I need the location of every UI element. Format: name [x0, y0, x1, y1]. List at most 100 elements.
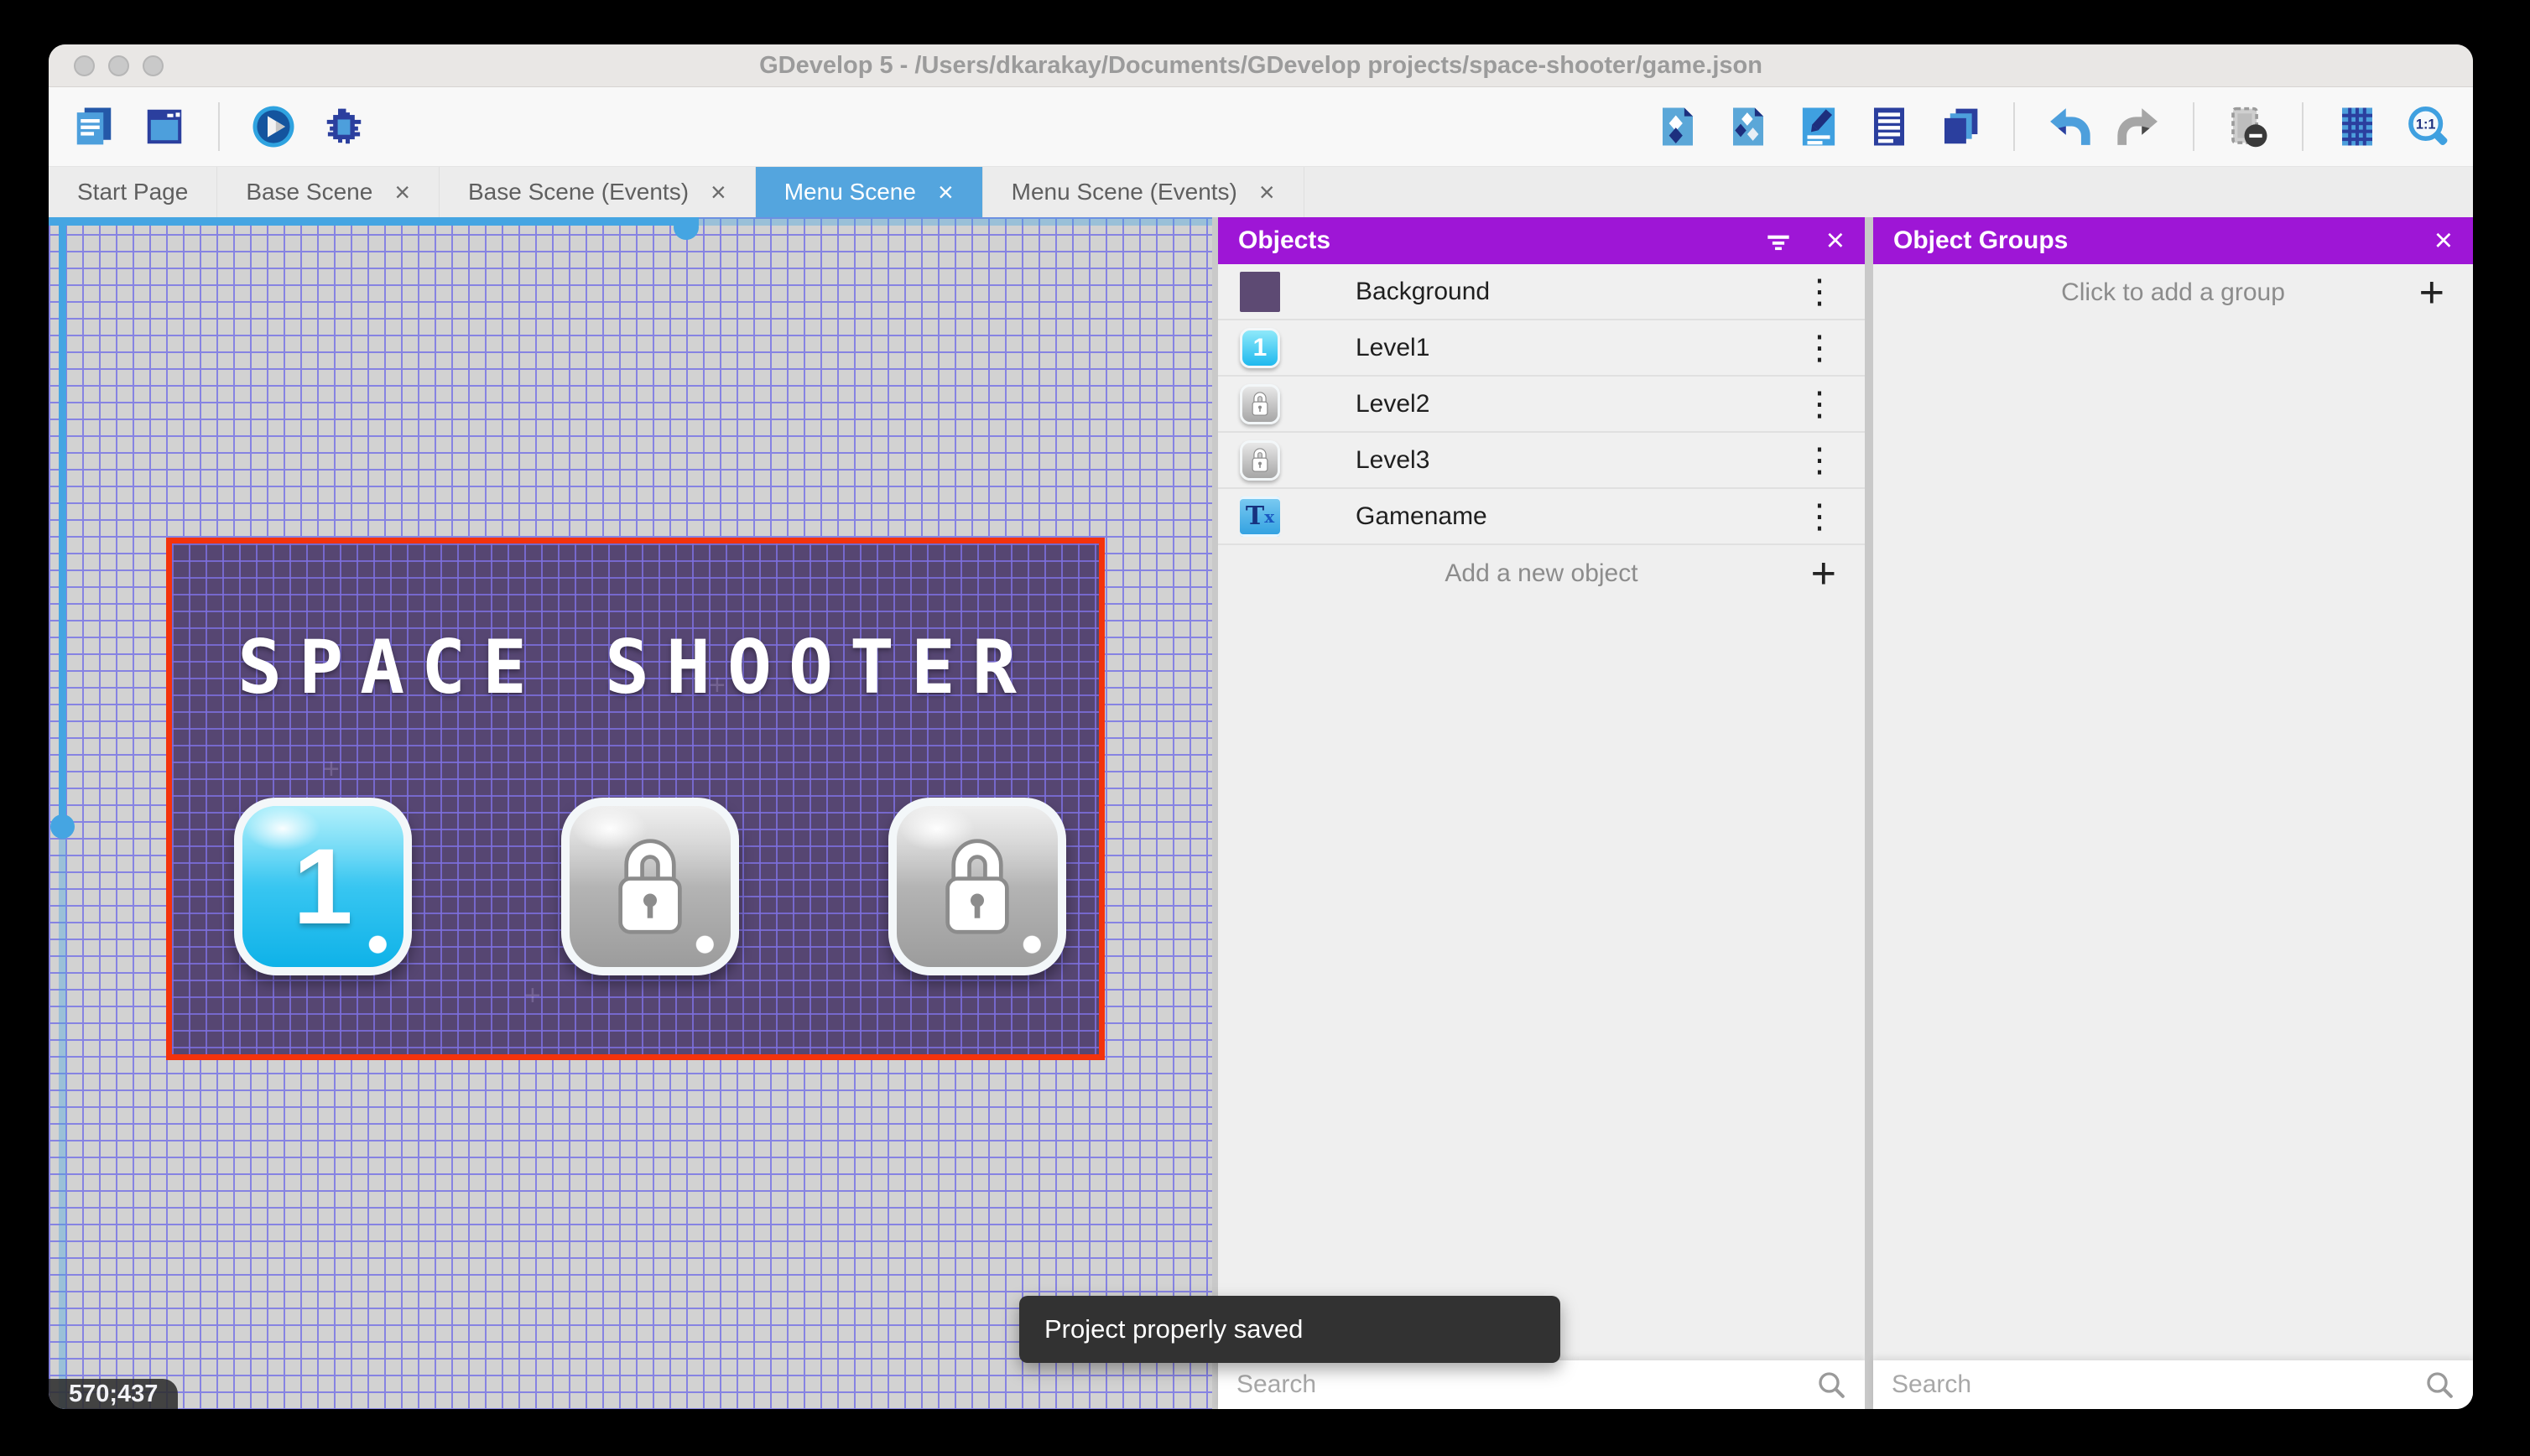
close-window-button[interactable]	[74, 55, 95, 76]
vertical-scrollbar[interactable]	[59, 217, 66, 829]
level1-button-instance[interactable]: 1	[234, 798, 412, 975]
object-name: Level1	[1356, 334, 1796, 362]
object-groups-empty-space	[1873, 321, 2473, 1360]
scene-editor-icon[interactable]	[141, 103, 188, 150]
horizontal-scrollbar[interactable]	[49, 217, 699, 226]
objects-panel: Objects × Background ⋮ 1 Level1 ⋮	[1218, 217, 1865, 1409]
level1-button-thumbnail: 1	[1240, 328, 1280, 368]
close-tab-icon[interactable]: ×	[711, 179, 726, 205]
objects-editor-icon[interactable]	[1654, 103, 1701, 150]
background-sprite-thumbnail	[1240, 272, 1280, 312]
tab-base-scene[interactable]: Base Scene ×	[217, 167, 440, 217]
close-tab-icon[interactable]: ×	[394, 179, 410, 205]
add-group-label: Click to add a group	[2061, 278, 2285, 307]
tabbar: Start Page Base Scene × Base Scene (Even…	[49, 167, 2473, 217]
level3-button-instance[interactable]	[888, 798, 1066, 975]
level1-label: 1	[293, 825, 352, 949]
toolbar-separator	[2193, 102, 2194, 151]
object-groups-panel-header: Object Groups ×	[1873, 217, 2473, 264]
text-object-thumbnail: Tx	[1240, 497, 1280, 537]
object-row-level2[interactable]: Level2 ⋮	[1218, 377, 1865, 433]
object-groups-panel-title: Object Groups	[1893, 226, 2402, 255]
add-group-button[interactable]: Click to add a group +	[1873, 264, 2473, 321]
tab-base-scene-events[interactable]: Base Scene (Events) ×	[440, 167, 756, 217]
close-tab-icon[interactable]: ×	[1259, 179, 1275, 205]
maximize-window-button[interactable]	[143, 55, 164, 76]
redo-icon[interactable]	[2116, 103, 2163, 150]
panel-divider[interactable]	[1865, 217, 1873, 1409]
toggle-mask-icon[interactable]	[2225, 103, 2272, 150]
panel-divider[interactable]	[1212, 217, 1218, 1409]
object-name: Level3	[1356, 446, 1796, 475]
toggle-grid-icon[interactable]	[2334, 103, 2381, 150]
minimize-window-button[interactable]	[108, 55, 129, 76]
add-new-object-button[interactable]: Add a new object +	[1218, 545, 1865, 602]
search-icon	[1814, 1368, 1848, 1401]
tab-label: Base Scene	[246, 179, 372, 205]
scene-window[interactable]: + + + + SPACE SHOOTER 1	[166, 538, 1105, 1060]
object-name: Level2	[1356, 390, 1796, 419]
close-panel-icon[interactable]: ×	[1826, 225, 1845, 257]
tab-menu-scene[interactable]: Menu Scene ×	[756, 167, 983, 217]
toolbar-separator	[2013, 102, 2015, 151]
plus-icon: +	[1811, 552, 1836, 595]
toolbar: 1:1	[49, 87, 2473, 167]
gdevelop-window: GDevelop 5 - /Users/dkarakay/Documents/G…	[49, 44, 2473, 1409]
add-new-object-label: Add a new object	[1445, 559, 1637, 588]
tab-label: Menu Scene	[784, 179, 916, 205]
horizontal-scrollbar-knob[interactable]	[674, 217, 699, 240]
object-groups-search-input[interactable]	[1890, 1370, 2423, 1400]
preview-play-icon[interactable]	[250, 103, 297, 150]
object-menu-icon[interactable]: ⋮	[1796, 441, 1843, 480]
object-menu-icon[interactable]: ⋮	[1796, 329, 1843, 367]
search-icon	[2423, 1368, 2456, 1401]
object-groups-search-bar	[1873, 1360, 2473, 1409]
game-title-text-instance[interactable]: SPACE SHOOTER	[172, 624, 1099, 710]
level2-button-instance[interactable]	[561, 798, 739, 975]
undo-icon[interactable]	[2045, 103, 2092, 150]
desktop: { "window": { "title": "GDevelop 5 - /Us…	[0, 0, 2530, 1456]
vertical-scrollbar-knob[interactable]	[50, 814, 75, 839]
object-name: Gamename	[1356, 502, 1796, 531]
lock-icon	[934, 831, 1021, 942]
horizontal-scrollbar-track[interactable]	[699, 217, 1212, 226]
object-groups-panel: Object Groups × Click to add a group +	[1873, 217, 2473, 1409]
star-speck: +	[323, 753, 340, 786]
scene-canvas[interactable]: + + + + SPACE SHOOTER 1 570;437	[49, 217, 1212, 1409]
toolbar-separator	[2302, 102, 2304, 151]
titlebar: GDevelop 5 - /Users/dkarakay/Documents/G…	[49, 44, 2473, 87]
project-manager-icon[interactable]	[70, 103, 117, 150]
lock-icon	[1249, 390, 1271, 418]
objects-panel-header: Objects ×	[1218, 217, 1865, 264]
object-groups-editor-icon[interactable]	[1725, 103, 1772, 150]
locked-button-thumbnail	[1240, 440, 1280, 481]
layers-icon[interactable]	[1936, 103, 1983, 150]
object-row-background[interactable]: Background ⋮	[1218, 264, 1865, 320]
traffic-lights	[74, 55, 164, 76]
object-menu-icon[interactable]: ⋮	[1796, 497, 1843, 536]
close-panel-icon[interactable]: ×	[2434, 225, 2453, 257]
toolbar-separator	[218, 102, 220, 151]
debug-icon[interactable]	[320, 103, 367, 150]
objects-panel-title: Objects	[1238, 226, 1734, 255]
toolbar-right-group: 1:1	[1654, 102, 2451, 151]
filter-icon[interactable]	[1762, 225, 1794, 257]
object-menu-icon[interactable]: ⋮	[1796, 273, 1843, 311]
vertical-scrollbar-track[interactable]	[59, 829, 66, 1409]
object-row-gamename[interactable]: Tx Gamename ⋮	[1218, 489, 1865, 545]
star-speck: +	[524, 980, 541, 1012]
objects-search-input[interactable]	[1235, 1370, 1814, 1400]
object-row-level1[interactable]: 1 Level1 ⋮	[1218, 320, 1865, 377]
tab-label: Menu Scene (Events)	[1012, 179, 1237, 205]
lock-icon	[1249, 446, 1271, 474]
tab-menu-scene-events[interactable]: Menu Scene (Events) ×	[983, 167, 1304, 217]
properties-icon[interactable]	[1795, 103, 1842, 150]
object-menu-icon[interactable]: ⋮	[1796, 385, 1843, 424]
tab-start-page[interactable]: Start Page	[49, 167, 217, 217]
svg-text:1:1: 1:1	[2416, 117, 2436, 132]
object-row-level3[interactable]: Level3 ⋮	[1218, 433, 1865, 489]
instances-list-icon[interactable]	[1866, 103, 1913, 150]
close-tab-icon[interactable]: ×	[938, 179, 954, 205]
zoom-1-1-icon[interactable]: 1:1	[2404, 103, 2451, 150]
tab-label: Start Page	[77, 179, 188, 205]
